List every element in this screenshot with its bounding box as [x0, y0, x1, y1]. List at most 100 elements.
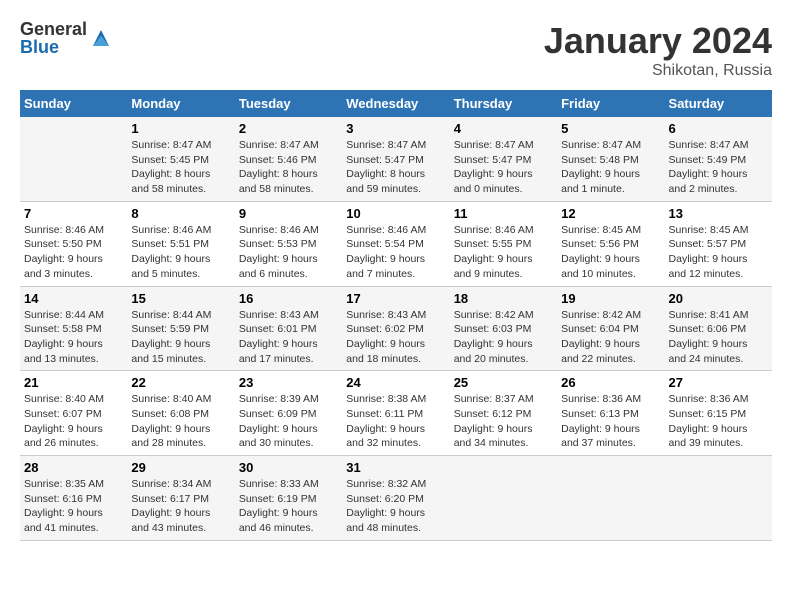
day-cell: 9 Sunrise: 8:46 AMSunset: 5:53 PMDaylight…	[235, 201, 342, 286]
logo-general-text: General	[20, 20, 87, 38]
day-info: Sunrise: 8:46 AMSunset: 5:53 PMDaylight:…	[239, 223, 338, 282]
day-info: Sunrise: 8:36 AMSunset: 6:13 PMDaylight:…	[561, 392, 660, 451]
day-cell: 22Sunrise: 8:40 AMSunset: 6:08 PMDayligh…	[127, 371, 234, 456]
day-info: Sunrise: 8:38 AMSunset: 6:11 PMDaylight:…	[346, 392, 445, 451]
week-row-1: 1 Sunrise: 8:47 AMSunset: 5:45 PMDaylight…	[20, 117, 772, 201]
weekday-header-sunday: Sunday	[20, 90, 127, 117]
day-info: Sunrise: 8:34 AMSunset: 6:17 PMDaylight:…	[131, 477, 230, 536]
week-row-3: 14Sunrise: 8:44 AMSunset: 5:58 PMDayligh…	[20, 286, 772, 371]
day-cell: 1 Sunrise: 8:47 AMSunset: 5:45 PMDaylight…	[127, 117, 234, 201]
day-cell: 8Sunrise: 8:46 AMSunset: 5:51 PMDaylight…	[127, 201, 234, 286]
day-info: Sunrise: 8:47 AMSunset: 5:46 PMDaylight:…	[239, 138, 338, 197]
month-title: January 2024	[544, 20, 772, 62]
day-cell	[20, 117, 127, 201]
day-cell: 16Sunrise: 8:43 AMSunset: 6:01 PMDayligh…	[235, 286, 342, 371]
day-number: 30	[239, 460, 338, 475]
day-info: Sunrise: 8:47 AMSunset: 5:48 PMDaylight:…	[561, 138, 660, 197]
day-info: Sunrise: 8:47 AMSunset: 5:47 PMDaylight:…	[454, 138, 553, 197]
day-number: 6	[669, 121, 768, 136]
day-number: 10	[346, 206, 445, 221]
day-cell: 30 Sunrise: 8:33 AMSunset: 6:19 PMDayligh…	[235, 456, 342, 541]
day-info: Sunrise: 8:39 AMSunset: 6:09 PMDaylight:…	[239, 392, 338, 451]
day-info: Sunrise: 8:40 AMSunset: 6:07 PMDaylight:…	[24, 392, 123, 451]
day-number: 11	[454, 206, 553, 221]
day-cell: 28 Sunrise: 8:35 AMSunset: 6:16 PMDayligh…	[20, 456, 127, 541]
weekday-header-monday: Monday	[127, 90, 234, 117]
day-info: Sunrise: 8:47 AMSunset: 5:45 PMDaylight:…	[131, 138, 230, 197]
day-number: 24	[346, 375, 445, 390]
day-cell: 6 Sunrise: 8:47 AMSunset: 5:49 PMDaylight…	[665, 117, 772, 201]
day-info: Sunrise: 8:35 AMSunset: 6:16 PMDaylight:…	[24, 477, 123, 536]
day-cell: 14Sunrise: 8:44 AMSunset: 5:58 PMDayligh…	[20, 286, 127, 371]
week-row-4: 21Sunrise: 8:40 AMSunset: 6:07 PMDayligh…	[20, 371, 772, 456]
day-number: 25	[454, 375, 553, 390]
day-cell: 21Sunrise: 8:40 AMSunset: 6:07 PMDayligh…	[20, 371, 127, 456]
day-number: 29	[131, 460, 230, 475]
logo-blue-text: Blue	[20, 38, 87, 56]
day-number: 26	[561, 375, 660, 390]
day-cell: 3 Sunrise: 8:47 AMSunset: 5:47 PMDaylight…	[342, 117, 449, 201]
day-info: Sunrise: 8:46 AMSunset: 5:51 PMDaylight:…	[131, 223, 230, 282]
day-cell: 2 Sunrise: 8:47 AMSunset: 5:46 PMDaylight…	[235, 117, 342, 201]
day-cell: 11 Sunrise: 8:46 AMSunset: 5:55 PMDayligh…	[450, 201, 557, 286]
day-info: Sunrise: 8:46 AMSunset: 5:50 PMDaylight:…	[24, 223, 123, 282]
day-cell: 12Sunrise: 8:45 AMSunset: 5:56 PMDayligh…	[557, 201, 664, 286]
day-info: Sunrise: 8:43 AMSunset: 6:02 PMDaylight:…	[346, 308, 445, 367]
day-info: Sunrise: 8:47 AMSunset: 5:49 PMDaylight:…	[669, 138, 768, 197]
logo-icon	[89, 26, 113, 50]
day-info: Sunrise: 8:37 AMSunset: 6:12 PMDaylight:…	[454, 392, 553, 451]
day-cell: 17 Sunrise: 8:43 AMSunset: 6:02 PMDayligh…	[342, 286, 449, 371]
day-info: Sunrise: 8:46 AMSunset: 5:55 PMDaylight:…	[454, 223, 553, 282]
logo: General Blue	[20, 20, 113, 56]
day-cell: 15Sunrise: 8:44 AMSunset: 5:59 PMDayligh…	[127, 286, 234, 371]
day-cell	[665, 456, 772, 541]
day-cell: 5 Sunrise: 8:47 AMSunset: 5:48 PMDaylight…	[557, 117, 664, 201]
day-info: Sunrise: 8:40 AMSunset: 6:08 PMDaylight:…	[131, 392, 230, 451]
day-cell: 29 Sunrise: 8:34 AMSunset: 6:17 PMDayligh…	[127, 456, 234, 541]
day-info: Sunrise: 8:45 AMSunset: 5:56 PMDaylight:…	[561, 223, 660, 282]
day-number: 9	[239, 206, 338, 221]
day-cell: 27 Sunrise: 8:36 AMSunset: 6:15 PMDayligh…	[665, 371, 772, 456]
day-cell: 18 Sunrise: 8:42 AMSunset: 6:03 PMDayligh…	[450, 286, 557, 371]
page-header: General Blue January 2024 Shikotan, Russ…	[20, 20, 772, 80]
day-number: 18	[454, 291, 553, 306]
day-number: 7	[24, 206, 123, 221]
weekday-header-thursday: Thursday	[450, 90, 557, 117]
day-number: 27	[669, 375, 768, 390]
day-number: 2	[239, 121, 338, 136]
day-cell: 25 Sunrise: 8:37 AMSunset: 6:12 PMDayligh…	[450, 371, 557, 456]
day-number: 1	[131, 121, 230, 136]
day-number: 4	[454, 121, 553, 136]
day-cell	[557, 456, 664, 541]
day-cell: 10 Sunrise: 8:46 AMSunset: 5:54 PMDayligh…	[342, 201, 449, 286]
day-info: Sunrise: 8:42 AMSunset: 6:03 PMDaylight:…	[454, 308, 553, 367]
day-info: Sunrise: 8:46 AMSunset: 5:54 PMDaylight:…	[346, 223, 445, 282]
day-number: 17	[346, 291, 445, 306]
day-info: Sunrise: 8:47 AMSunset: 5:47 PMDaylight:…	[346, 138, 445, 197]
day-info: Sunrise: 8:44 AMSunset: 5:58 PMDaylight:…	[24, 308, 123, 367]
day-number: 31	[346, 460, 445, 475]
weekday-header-tuesday: Tuesday	[235, 90, 342, 117]
location-text: Shikotan, Russia	[544, 62, 772, 80]
day-cell: 4 Sunrise: 8:47 AMSunset: 5:47 PMDaylight…	[450, 117, 557, 201]
day-number: 23	[239, 375, 338, 390]
day-number: 28	[24, 460, 123, 475]
day-cell: 31 Sunrise: 8:32 AMSunset: 6:20 PMDayligh…	[342, 456, 449, 541]
day-info: Sunrise: 8:43 AMSunset: 6:01 PMDaylight:…	[239, 308, 338, 367]
day-number: 15	[131, 291, 230, 306]
day-number: 19	[561, 291, 660, 306]
weekday-header-saturday: Saturday	[665, 90, 772, 117]
day-number: 20	[669, 291, 768, 306]
day-info: Sunrise: 8:45 AMSunset: 5:57 PMDaylight:…	[669, 223, 768, 282]
day-info: Sunrise: 8:36 AMSunset: 6:15 PMDaylight:…	[669, 392, 768, 451]
day-number: 13	[669, 206, 768, 221]
day-cell: 24 Sunrise: 8:38 AMSunset: 6:11 PMDayligh…	[342, 371, 449, 456]
day-info: Sunrise: 8:32 AMSunset: 6:20 PMDaylight:…	[346, 477, 445, 536]
day-number: 5	[561, 121, 660, 136]
day-info: Sunrise: 8:33 AMSunset: 6:19 PMDaylight:…	[239, 477, 338, 536]
day-cell: 7 Sunrise: 8:46 AMSunset: 5:50 PMDaylight…	[20, 201, 127, 286]
day-cell: 20Sunrise: 8:41 AMSunset: 6:06 PMDayligh…	[665, 286, 772, 371]
day-cell: 23 Sunrise: 8:39 AMSunset: 6:09 PMDayligh…	[235, 371, 342, 456]
weekday-header-friday: Friday	[557, 90, 664, 117]
day-number: 3	[346, 121, 445, 136]
